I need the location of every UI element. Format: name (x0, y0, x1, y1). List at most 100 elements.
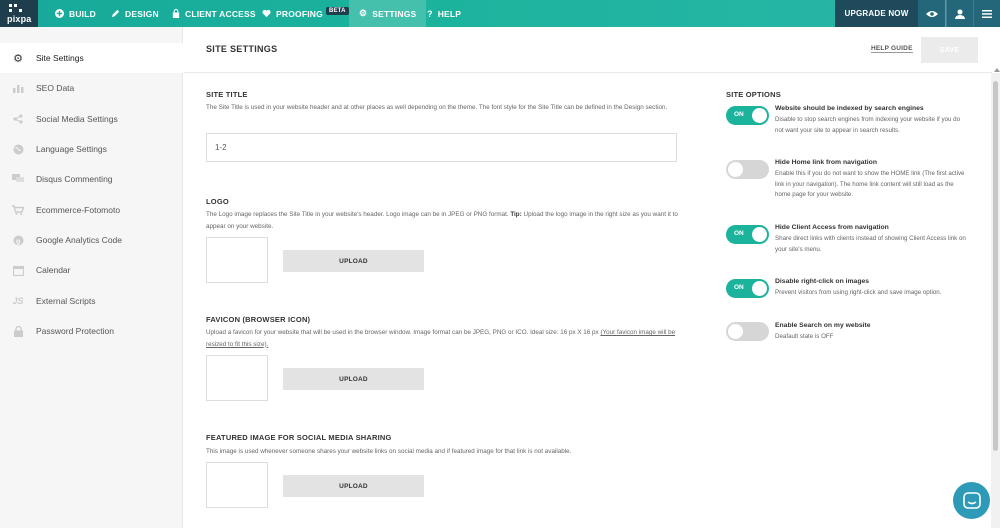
user-icon (955, 9, 965, 19)
option-description: Prevent visitors from using right-click … (775, 289, 942, 296)
nav-design-label: DESIGN (125, 8, 159, 19)
favicon-description: Upload a favicon for your website that w… (206, 329, 676, 348)
option-description: Enable this if you do not want to show t… (775, 170, 965, 198)
tip-label: Tip: (510, 211, 522, 218)
pixpa-logo[interactable]: pixpa (0, 0, 38, 27)
option-title: Hide Client Access from navigation (775, 224, 889, 231)
sidebar-item-label: Google Analytics Code (36, 235, 122, 245)
share-icon (12, 113, 24, 125)
preview-button[interactable] (918, 0, 945, 27)
account-button[interactable] (946, 0, 973, 27)
sidebar-item-label: Social Media Settings (36, 114, 118, 124)
site-options-heading: SITE OPTIONS (726, 90, 781, 99)
sidebar-item-label: External Scripts (36, 296, 96, 306)
vertical-scrollbar[interactable] (991, 73, 1000, 528)
pencil-icon (111, 9, 120, 18)
featured-image-upload-button[interactable]: UPLOAD (283, 475, 424, 497)
scroll-up-arrow-icon[interactable] (994, 68, 1000, 72)
padlock-icon (12, 325, 24, 337)
sidebar-item-password-protection[interactable]: Password Protection (0, 316, 183, 346)
toggle-knob (728, 162, 743, 177)
help-guide-link[interactable]: HELP GUIDE (871, 45, 913, 53)
toggle-disable-right-click[interactable]: ON (726, 279, 769, 298)
sidebar-item-social-media[interactable]: Social Media Settings (0, 104, 183, 134)
sidebar-item-label: Calendar (36, 265, 71, 275)
option-title: Website should be indexed by search engi… (775, 105, 924, 112)
bar-chart-icon (12, 82, 24, 94)
google-icon: g (12, 234, 24, 246)
nav-design[interactable]: DESIGN (111, 0, 159, 27)
calendar-icon (12, 264, 24, 276)
top-navigation-bar: pixpa BUILD DESIGN CLIENT ACCESS PROOFIN… (0, 0, 1000, 27)
nav-build[interactable]: BUILD (55, 0, 96, 27)
toggle-hide-home-link[interactable] (726, 160, 769, 179)
option-title: Disable right-click on images (775, 278, 870, 285)
globe-icon (12, 143, 24, 155)
option-title: Hide Home link from navigation (775, 159, 877, 166)
nav-help-label: HELP (437, 8, 462, 19)
logo-heading: LOGO (206, 197, 229, 206)
cart-icon (12, 204, 24, 216)
sidebar-item-external-scripts[interactable]: JS External Scripts (0, 286, 183, 316)
toggle-index-search-engines[interactable]: ON (726, 106, 769, 125)
save-button[interactable]: SAVE (921, 37, 978, 63)
upgrade-now-button[interactable]: UPGRADE NOW (835, 0, 918, 27)
sidebar-item-site-settings[interactable]: ⚙ Site Settings (0, 43, 183, 73)
toggle-enable-search[interactable] (726, 322, 769, 341)
toggle-knob (752, 227, 767, 242)
logo-description: The Logo image replaces the Site Title i… (206, 211, 678, 230)
sidebar-item-label: Language Settings (36, 144, 107, 154)
option-description: Disable to stop search engines from inde… (775, 116, 961, 134)
toggle-state-label: ON (734, 111, 744, 118)
nav-settings[interactable]: ⚙ SETTINGS (349, 0, 427, 27)
nav-build-label: BUILD (69, 8, 96, 19)
sidebar-item-seo-data[interactable]: SEO Data (0, 73, 183, 103)
eye-icon (925, 10, 938, 17)
lock-icon (172, 9, 180, 18)
featured-image-heading: FEATURED IMAGE FOR SOCIAL MEDIA SHARING (206, 433, 392, 442)
option-description: Share direct links with clients instead … (775, 235, 966, 253)
sidebar-item-language[interactable]: Language Settings (0, 134, 183, 164)
nav-proofing[interactable]: PROOFING BETA (262, 0, 349, 27)
nav-help[interactable]: ? HELP (427, 0, 461, 27)
toggle-knob (728, 324, 743, 339)
menu-button[interactable] (973, 0, 1000, 27)
featured-image-preview (206, 462, 268, 508)
chat-support-button[interactable] (953, 482, 990, 519)
settings-sidebar: ⚙ Site Settings SEO Data Social Media Se… (0, 27, 183, 528)
scrollbar-thumb[interactable] (993, 81, 998, 451)
logo-mark-icon (9, 4, 23, 14)
sidebar-item-calendar[interactable]: Calendar (0, 255, 183, 285)
gear-icon: ⚙ (359, 8, 368, 18)
nav-client-access-label: CLIENT ACCESS (185, 8, 256, 19)
gear-icon: ⚙ (13, 52, 23, 65)
nav-client-access[interactable]: CLIENT ACCESS (172, 0, 256, 27)
nav-settings-label: SETTINGS (372, 8, 417, 19)
favicon-upload-button[interactable]: UPLOAD (283, 368, 424, 390)
sidebar-item-label: SEO Data (36, 83, 75, 93)
sidebar-item-google-analytics[interactable]: g Google Analytics Code (0, 225, 183, 255)
page-title: SITE SETTINGS (206, 44, 278, 54)
logo-upload-button[interactable]: UPLOAD (283, 250, 424, 272)
toggle-knob (752, 281, 767, 296)
comments-icon (12, 173, 24, 185)
svg-text:g: g (16, 238, 20, 245)
sidebar-item-label: Disqus Commenting (36, 174, 113, 184)
site-title-input[interactable]: 1-2 (206, 133, 677, 162)
page-header: SITE SETTINGS HELP GUIDE SAVE (184, 27, 992, 73)
js-icon: JS (12, 296, 24, 306)
toggle-state-label: ON (734, 230, 744, 237)
logo-text: pixpa (7, 14, 32, 24)
featured-image-description: This image is used whenever someone shar… (206, 448, 572, 455)
sidebar-item-ecommerce[interactable]: Ecommerce-Fotomoto (0, 195, 183, 225)
toggle-knob (752, 108, 767, 123)
nav-proofing-label: PROOFING (276, 8, 323, 19)
toggle-hide-client-access[interactable]: ON (726, 225, 769, 244)
toggle-state-label: ON (734, 284, 744, 291)
plus-circle-icon (55, 9, 64, 18)
sidebar-item-label: Site Settings (36, 53, 84, 63)
site-title-description: The Site Title is used in your website h… (206, 104, 668, 111)
logo-preview (206, 237, 268, 283)
beta-badge: BETA (325, 6, 349, 15)
sidebar-item-disqus[interactable]: Disqus Commenting (0, 164, 183, 194)
